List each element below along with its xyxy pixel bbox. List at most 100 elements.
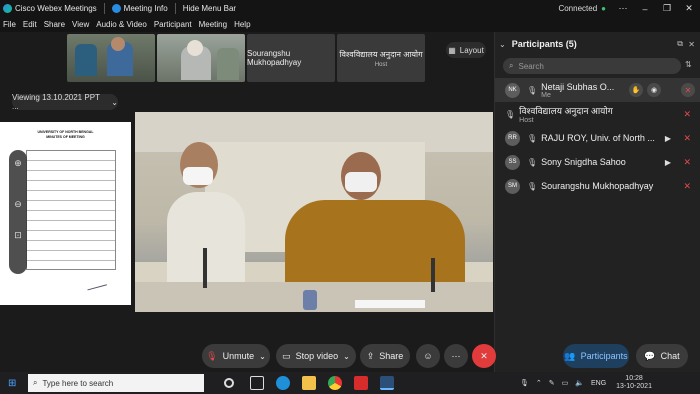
chat-button[interactable]: 💬 Chat <box>636 344 688 368</box>
menu-participant[interactable]: Participant <box>154 20 192 29</box>
participant-row[interactable]: 🎙 विश्वविद्यालय अनुदान आयोग Host ✕ <box>495 102 700 126</box>
close-icon[interactable]: ✕ <box>678 3 700 14</box>
menu-audio-video[interactable]: Audio & Video <box>96 20 147 29</box>
search-icon: ⌕ <box>509 61 514 70</box>
more-options-button[interactable]: ⋯ <box>444 344 468 368</box>
info-icon <box>111 4 121 13</box>
viewing-dropdown[interactable]: Viewing 13.10.2021 PPT ... ⌄ <box>12 93 118 111</box>
video-thumbnail-1[interactable] <box>67 34 155 82</box>
avatar: SM <box>505 178 520 194</box>
control-bar: 🎙 Unmute ⌄ ▭ Stop video ⌄ ⇪ Share ☺ ⋯ ✕ … <box>0 340 700 372</box>
acrobat-icon[interactable] <box>354 376 368 390</box>
edge-icon[interactable] <box>276 376 290 390</box>
stop-video-label: Stop video <box>295 351 339 361</box>
chevron-down-icon: ⌄ <box>259 351 266 361</box>
menu-help[interactable]: Help <box>234 20 250 29</box>
zoom-out-icon[interactable]: ⊖ <box>9 199 27 210</box>
system-tray: 🎙 ⌃ ✎ ▭ 🔈 ENG 10:28 13-10-2021 <box>520 372 652 394</box>
popout-icon[interactable]: ⧉ <box>677 39 683 49</box>
title-divider <box>174 3 176 14</box>
end-call-button[interactable]: ✕ <box>472 344 496 368</box>
hide-menu-bar-button[interactable]: Hide Menu Bar <box>183 4 236 13</box>
people-icon: 👥 <box>564 350 576 361</box>
avatar: SS <box>505 154 520 170</box>
webex-logo-icon <box>3 4 12 13</box>
participant-row[interactable]: RR 🎙 RAJU ROY, Univ. of North ... ▶ ✕ <box>495 126 700 150</box>
chevron-down-icon: ⌄ <box>343 351 350 361</box>
thumbnail-name: विश्वविद्यालय अनुदान आयोग <box>339 49 423 59</box>
chevron-up-icon[interactable]: ⌃ <box>536 379 542 387</box>
network-icon[interactable]: ▭ <box>562 379 569 387</box>
pen-icon[interactable]: ✎ <box>549 379 555 387</box>
participant-row[interactable]: SS 🎙 Sony Snigdha Sahoo ▶ ✕ <box>495 150 700 174</box>
chrome-icon[interactable] <box>328 376 342 390</box>
camera-icon: ▶ <box>664 133 671 143</box>
menu-view[interactable]: View <box>72 20 89 29</box>
reactions-button[interactable]: ☺ <box>416 344 440 368</box>
participants-label: Participants <box>580 351 628 361</box>
connection-status: Connected <box>558 4 598 13</box>
minimize-icon[interactable]: – <box>634 4 656 14</box>
participant-name: विश्वविद्यालय अनुदान आयोग <box>519 106 613 116</box>
meeting-info-button[interactable]: Meeting Info <box>111 4 168 13</box>
meeting-info-label: Meeting Info <box>123 4 168 13</box>
close-icon[interactable]: ✕ <box>688 40 695 49</box>
thumbnail-name: Sourangshu Mukhopadhyay <box>247 49 302 67</box>
chat-icon: 💬 <box>644 350 656 361</box>
layout-icon: ▦ <box>448 45 456 55</box>
avatar: RR <box>505 130 520 146</box>
mic-muted-icon: ✕ <box>683 108 691 119</box>
menu-edit[interactable]: Edit <box>23 20 37 29</box>
menu-file[interactable]: File <box>3 20 16 29</box>
unmute-label: Unmute <box>222 351 255 361</box>
share-icon: ⇪ <box>366 350 375 361</box>
doc-zoom-toolbar: ⊕ ⊖ ⊡ <box>9 150 27 274</box>
fit-icon[interactable]: ⊡ <box>9 230 27 241</box>
participants-button[interactable]: 👥 Participants <box>563 344 629 368</box>
document-signature <box>85 275 107 291</box>
clock-time: 10:28 <box>625 375 643 382</box>
video-thumbnail-3[interactable]: Sourangshu Mukhopadhyay <box>247 34 335 82</box>
layout-button[interactable]: ▦ Layout <box>446 42 486 58</box>
mic-muted-icon: ✕ <box>683 180 691 191</box>
language-indicator[interactable]: ENG <box>591 380 606 387</box>
sort-icon[interactable]: ⇅ <box>685 60 692 69</box>
menu-meeting[interactable]: Meeting <box>199 20 227 29</box>
unmute-button[interactable]: 🎙 Unmute ⌄ <box>202 344 270 368</box>
zoom-in-icon[interactable]: ⊕ <box>9 158 27 169</box>
task-view-icon[interactable] <box>250 376 264 390</box>
cortana-icon[interactable] <box>224 378 234 388</box>
mic-muted-icon[interactable]: ✕ <box>681 83 695 97</box>
volume-icon[interactable]: 🔈 <box>575 379 584 387</box>
camera-icon[interactable]: ◉ <box>647 83 661 97</box>
mic-icon: 🎙 <box>527 181 538 191</box>
webex-taskbar-icon[interactable] <box>380 376 394 390</box>
windows-start-icon[interactable]: ⊞ <box>8 378 16 389</box>
more-icon[interactable]: ⋯ <box>612 3 634 14</box>
participant-name: Netaji Subhas O... <box>541 81 615 92</box>
file-explorer-icon[interactable] <box>302 376 316 390</box>
search-icon: ⌕ <box>33 378 38 387</box>
participant-row[interactable]: NK 🎙 Netaji Subhas O... Me ✋ ◉ ✕ <box>495 78 700 102</box>
menu-share[interactable]: Share <box>44 20 65 29</box>
signal-icon: ● <box>601 4 606 13</box>
menu-bar: File Edit Share View Audio & Video Parti… <box>0 17 700 32</box>
chevron-down-icon[interactable]: ⌄ <box>499 40 506 49</box>
restore-icon[interactable]: ❐ <box>656 3 678 14</box>
participant-search[interactable]: ⌕ Search <box>503 58 681 74</box>
video-thumbnail-2[interactable] <box>157 34 245 82</box>
main-video[interactable] <box>135 112 493 312</box>
document-heading: UNIVERSITY OF NORTH BENGAL MINUTES OF ME… <box>0 130 131 140</box>
participants-title: Participants (5) <box>511 39 577 49</box>
stop-video-button[interactable]: ▭ Stop video ⌄ <box>276 344 356 368</box>
taskbar-search[interactable]: ⌕ Type here to search <box>28 374 204 392</box>
mic-icon: 🎙 <box>505 109 516 119</box>
search-placeholder: Search <box>518 61 544 71</box>
share-button[interactable]: ⇪ Share <box>360 344 410 368</box>
participant-row[interactable]: SM 🎙 Sourangshu Mukhopadhyay ✕ <box>495 174 700 198</box>
raise-hand-icon[interactable]: ✋ <box>629 83 643 97</box>
clock[interactable]: 10:28 13-10-2021 <box>616 375 652 391</box>
hide-menu-label: Hide Menu Bar <box>182 4 237 13</box>
video-thumbnail-4[interactable]: विश्वविद्यालय अनुदान आयोग Host <box>337 34 425 82</box>
microphone-icon[interactable]: 🎙 <box>520 379 529 387</box>
